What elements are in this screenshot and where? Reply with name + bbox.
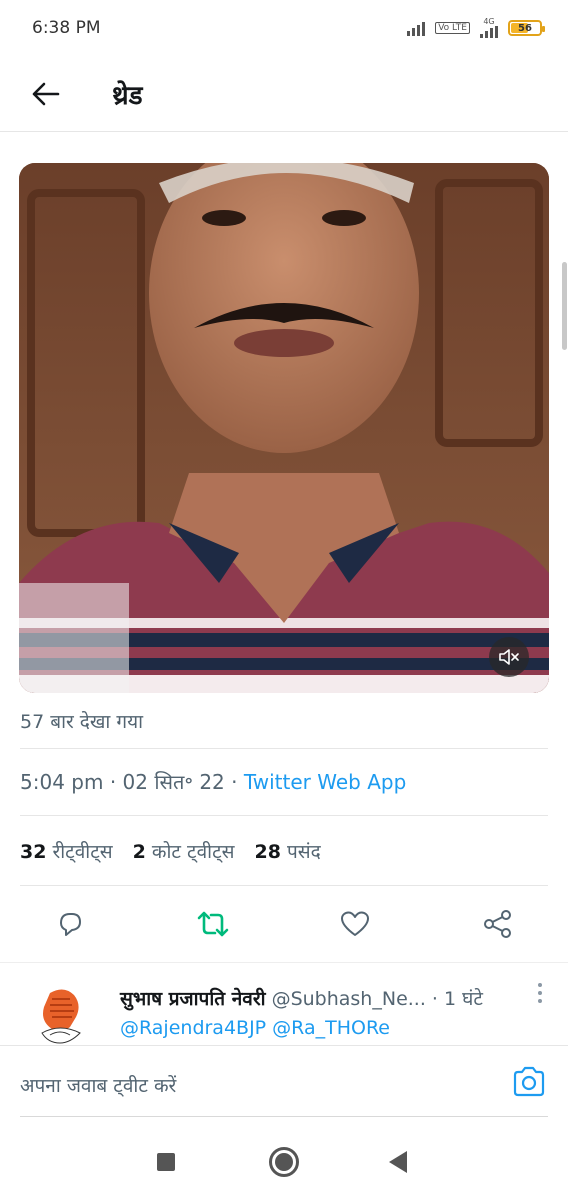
reply-author-handle[interactable]: @Subhash_Ne... <box>272 988 426 1010</box>
quotes-stat[interactable]: 2 कोट ट्वीट्स <box>133 838 235 864</box>
recents-button[interactable] <box>157 1153 175 1171</box>
retweet-button[interactable] <box>195 906 231 942</box>
reply-icon <box>60 913 81 936</box>
volte-badge: Vo LTE <box>435 22 470 34</box>
reply-tweet[interactable]: सुभाष प्रजापति नेवरी @Subhash_Ne... · 1 … <box>0 962 568 1046</box>
retweets-stat[interactable]: 32 रीट्वीट्स <box>20 838 113 864</box>
tweet-actions <box>0 900 568 950</box>
quotes-label: कोट ट्वीट्स <box>151 841 235 863</box>
retweet-icon <box>197 911 229 937</box>
divider <box>20 885 548 886</box>
like-button[interactable] <box>337 906 373 942</box>
meta-separator: · <box>109 770 123 794</box>
back-button[interactable] <box>22 70 70 118</box>
mute-toggle[interactable] <box>489 637 529 677</box>
share-icon <box>484 910 511 938</box>
heart-icon <box>341 911 369 936</box>
tweet-date: 02 सित॰ 22 <box>122 770 225 794</box>
status-bar: 6:38 PM Vo LTE 4G 56 <box>0 0 568 56</box>
battery-level: 56 <box>518 22 532 34</box>
divider <box>20 815 548 816</box>
tweet-source-link[interactable]: Twitter Web App <box>244 770 406 794</box>
tweet-stats: 32 रीट्वीट्स 2 कोट ट्वीट्स 28 पसंद <box>20 838 321 864</box>
reply-compose-bar: अपना जवाब ट्वीट करें <box>0 1045 568 1125</box>
camera-button[interactable] <box>512 1066 548 1102</box>
home-dot <box>275 1153 293 1171</box>
speaker-muted-icon <box>499 649 519 665</box>
share-button[interactable] <box>480 906 516 942</box>
more-options-icon[interactable] <box>538 983 542 1003</box>
scrollbar-thumb[interactable] <box>562 262 567 350</box>
compose-underline <box>20 1116 548 1117</box>
reply-dot: · <box>431 988 445 1010</box>
network-label: 4G <box>483 17 495 26</box>
camera-icon <box>513 1066 545 1097</box>
signal-icon <box>407 20 426 36</box>
page-title: थ्रेड <box>112 80 143 111</box>
likes-label: पसंद <box>286 841 321 863</box>
retweets-label: रीट्वीट्स <box>52 841 113 863</box>
status-icons: Vo LTE 4G 56 <box>407 18 545 38</box>
meta-separator: · <box>231 770 244 794</box>
reply-input[interactable]: अपना जवाब ट्वीट करें <box>20 1072 176 1098</box>
quote-count: 2 <box>132 841 146 863</box>
retweet-count: 32 <box>20 841 47 863</box>
reply-author-name[interactable]: सुभाष प्रजापति नेवरी <box>120 988 266 1010</box>
thread-header: थ्रेड <box>0 56 568 132</box>
reply-header: सुभाष प्रजापति नेवरी @Subhash_Ne... · 1 … <box>120 985 483 1011</box>
avatar[interactable] <box>30 983 92 1045</box>
home-button[interactable] <box>269 1147 299 1177</box>
likes-stat[interactable]: 28 पसंद <box>255 838 321 864</box>
tweet-time: 5:04 pm <box>20 770 104 794</box>
view-count: 57 बार देखा गया <box>20 711 144 733</box>
tweet-meta: 5:04 pm · 02 सित॰ 22 · Twitter Web App <box>20 768 406 795</box>
arrow-left-icon <box>32 82 60 105</box>
signal-2-icon <box>480 26 498 38</box>
video-frame <box>19 163 549 693</box>
android-nav-bar <box>0 1125 568 1200</box>
divider <box>20 748 548 749</box>
lotus-hand-logo <box>30 983 92 1045</box>
reply-text[interactable]: @Rajendra4BJP @Ra_THORe <box>120 1017 390 1039</box>
battery-icon: 56 <box>508 20 545 36</box>
network-indicator: 4G <box>480 18 498 38</box>
reply-button[interactable] <box>52 906 88 942</box>
status-time: 6:38 PM <box>32 18 101 38</box>
system-back-button[interactable] <box>389 1151 407 1173</box>
reply-time: 1 घंटे <box>444 988 483 1010</box>
like-count: 28 <box>254 841 281 863</box>
tweet-video[interactable] <box>19 163 549 693</box>
